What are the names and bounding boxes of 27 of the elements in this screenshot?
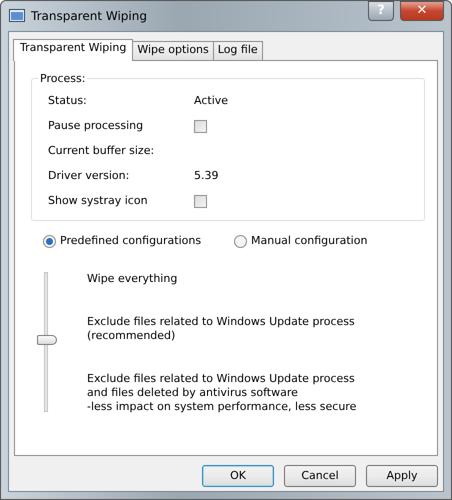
field-label: Pause processing [48, 118, 144, 134]
field-value: 5.39 [194, 168, 218, 184]
field-label: Driver version: [48, 168, 130, 184]
dialog-button[interactable]: OK [202, 465, 274, 487]
field-label: Show systray icon [48, 193, 149, 210]
close-button[interactable]: ✕ [400, 1, 444, 21]
app-icon [9, 9, 25, 23]
option-label: Exclude files related to Windows Update process and files deleted by antivirus software -less impact on system performance, less secure [87, 372, 356, 414]
slider-thumb[interactable] [37, 334, 57, 344]
radio-button[interactable] [43, 234, 56, 248]
field-label: Status: [48, 93, 88, 110]
option-label: Exclude files related to Windows Update process (recommended) [87, 314, 356, 342]
field-label: Current buffer size: [48, 143, 156, 160]
slider[interactable] [36, 272, 58, 412]
radio-label[interactable]: Manual configuration [251, 233, 368, 250]
option-label: Wipe everything [87, 272, 178, 286]
dialog-button[interactable]: Cancel [284, 465, 356, 487]
tab[interactable]: Transparent Wiping [13, 39, 134, 61]
radio-label[interactable]: Predefined configurations [60, 233, 202, 250]
window-title: Transparent Wiping [31, 8, 147, 25]
radio-button[interactable] [234, 234, 247, 248]
checkbox[interactable] [194, 120, 207, 133]
tab[interactable]: Log file [212, 41, 263, 60]
tab[interactable]: Wipe options [132, 41, 214, 60]
checkbox[interactable] [194, 195, 207, 208]
field-value: Active [194, 93, 228, 110]
dialog-button[interactable]: Apply [366, 465, 438, 487]
